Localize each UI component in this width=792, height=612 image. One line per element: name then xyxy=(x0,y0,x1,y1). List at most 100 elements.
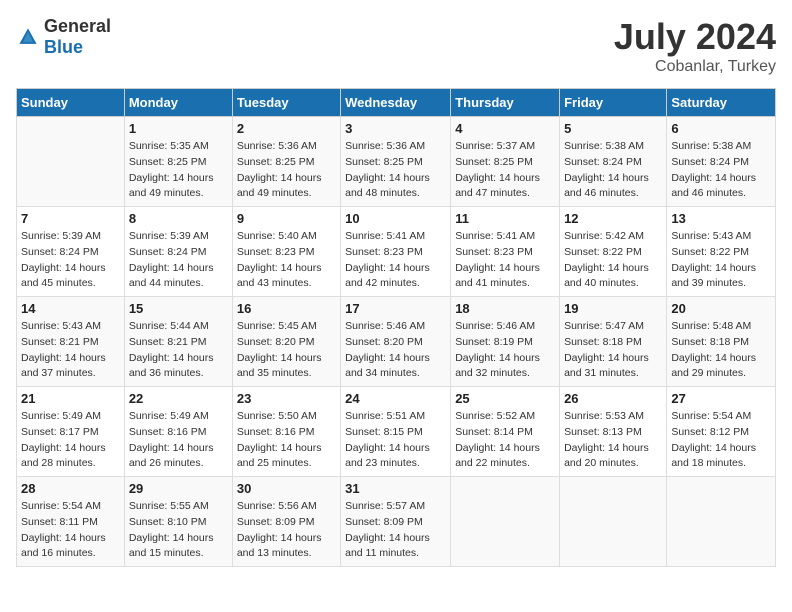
calendar-cell xyxy=(667,477,776,567)
day-number: 10 xyxy=(345,211,446,226)
calendar-cell: 29 Sunrise: 5:55 AMSunset: 8:10 PMDayligh… xyxy=(124,477,232,567)
day-number: 6 xyxy=(671,121,771,136)
header-sunday: Sunday xyxy=(17,89,125,117)
header-monday: Monday xyxy=(124,89,232,117)
day-number: 12 xyxy=(564,211,662,226)
header-thursday: Thursday xyxy=(451,89,560,117)
page-title: July 2024 xyxy=(614,16,776,58)
calendar-cell: 31Sunrise: 5:57 AMSunset: 8:09 PMDayligh… xyxy=(341,477,451,567)
day-number: 17 xyxy=(345,301,446,316)
day-number: 30 xyxy=(237,481,336,496)
day-info: Sunrise: 5:42 AMSunset: 8:22 PMDaylight:… xyxy=(564,229,662,292)
day-number: 14 xyxy=(21,301,120,316)
calendar-cell: 11 Sunrise: 5:41 AMSunset: 8:23 PMDayligh… xyxy=(451,207,560,297)
day-info: Sunrise: 5:40 AMSunset: 8:23 PMDaylight:… xyxy=(237,229,336,292)
logo-general: General xyxy=(44,16,111,36)
day-number: 13 xyxy=(671,211,771,226)
day-info: Sunrise: 5:38 AMSunset: 8:24 PMDaylight:… xyxy=(564,139,662,202)
day-info: Sunrise: 5:46 AMSunset: 8:20 PMDaylight:… xyxy=(345,319,446,382)
day-info: Sunrise: 5:43 AMSunset: 8:21 PMDaylight:… xyxy=(21,319,120,382)
calendar-cell: 25Sunrise: 5:52 AMSunset: 8:14 PMDayligh… xyxy=(451,387,560,477)
day-info: Sunrise: 5:54 AMSunset: 8:11 PMDaylight:… xyxy=(21,499,120,562)
day-number: 18 xyxy=(455,301,555,316)
day-number: 16 xyxy=(237,301,336,316)
calendar-cell: 26 Sunrise: 5:53 AMSunset: 8:13 PMDayligh… xyxy=(560,387,667,477)
calendar-cell: 28 Sunrise: 5:54 AMSunset: 8:11 PMDayligh… xyxy=(17,477,125,567)
day-number: 27 xyxy=(671,391,771,406)
week-row-2: 7Sunrise: 5:39 AMSunset: 8:24 PMDaylight… xyxy=(17,207,776,297)
week-row-4: 21 Sunrise: 5:49 AMSunset: 8:17 PMDayligh… xyxy=(17,387,776,477)
calendar-cell: 21 Sunrise: 5:49 AMSunset: 8:17 PMDayligh… xyxy=(17,387,125,477)
day-info: Sunrise: 5:35 AMSunset: 8:25 PMDaylight:… xyxy=(129,139,228,202)
calendar-cell: 17 Sunrise: 5:46 AMSunset: 8:20 PMDayligh… xyxy=(341,297,451,387)
header-tuesday: Tuesday xyxy=(232,89,340,117)
day-number: 1 xyxy=(129,121,228,136)
day-number: 21 xyxy=(21,391,120,406)
calendar-cell: 27 Sunrise: 5:54 AMSunset: 8:12 PMDayligh… xyxy=(667,387,776,477)
day-number: 4 xyxy=(455,121,555,136)
calendar-cell: 20Sunrise: 5:48 AMSunset: 8:18 PMDayligh… xyxy=(667,297,776,387)
day-info: Sunrise: 5:49 AMSunset: 8:16 PMDaylight:… xyxy=(129,409,228,472)
day-info: Sunrise: 5:51 AMSunset: 8:15 PMDaylight:… xyxy=(345,409,446,472)
calendar-cell: 13 Sunrise: 5:43 AMSunset: 8:22 PMDayligh… xyxy=(667,207,776,297)
day-number: 22 xyxy=(129,391,228,406)
day-info: Sunrise: 5:57 AMSunset: 8:09 PMDaylight:… xyxy=(345,499,446,562)
day-number: 19 xyxy=(564,301,662,316)
day-info: Sunrise: 5:50 AMSunset: 8:16 PMDaylight:… xyxy=(237,409,336,472)
day-number: 5 xyxy=(564,121,662,136)
calendar-cell: 3Sunrise: 5:36 AMSunset: 8:25 PMDaylight… xyxy=(341,117,451,207)
day-info: Sunrise: 5:49 AMSunset: 8:17 PMDaylight:… xyxy=(21,409,120,472)
logo-blue: Blue xyxy=(44,37,83,57)
calendar-cell: 4 Sunrise: 5:37 AMSunset: 8:25 PMDaylight… xyxy=(451,117,560,207)
calendar-cell: 7Sunrise: 5:39 AMSunset: 8:24 PMDaylight… xyxy=(17,207,125,297)
day-number: 11 xyxy=(455,211,555,226)
calendar-cell xyxy=(451,477,560,567)
day-info: Sunrise: 5:41 AMSunset: 8:23 PMDaylight:… xyxy=(455,229,555,292)
calendar-cell: 12 Sunrise: 5:42 AMSunset: 8:22 PMDayligh… xyxy=(560,207,667,297)
day-info: Sunrise: 5:36 AMSunset: 8:25 PMDaylight:… xyxy=(237,139,336,202)
day-info: Sunrise: 5:43 AMSunset: 8:22 PMDaylight:… xyxy=(671,229,771,292)
day-info: Sunrise: 5:39 AMSunset: 8:24 PMDaylight:… xyxy=(129,229,228,292)
day-info: Sunrise: 5:38 AMSunset: 8:24 PMDaylight:… xyxy=(671,139,771,202)
calendar-cell: 2 Sunrise: 5:36 AMSunset: 8:25 PMDaylight… xyxy=(232,117,340,207)
day-info: Sunrise: 5:55 AMSunset: 8:10 PMDaylight:… xyxy=(129,499,228,562)
day-number: 28 xyxy=(21,481,120,496)
calendar-cell: 16 Sunrise: 5:45 AMSunset: 8:20 PMDayligh… xyxy=(232,297,340,387)
day-info: Sunrise: 5:45 AMSunset: 8:20 PMDaylight:… xyxy=(237,319,336,382)
calendar-cell: 8Sunrise: 5:39 AMSunset: 8:24 PMDaylight… xyxy=(124,207,232,297)
day-info: Sunrise: 5:37 AMSunset: 8:25 PMDaylight:… xyxy=(455,139,555,202)
calendar-cell: 5 Sunrise: 5:38 AMSunset: 8:24 PMDaylight… xyxy=(560,117,667,207)
header-friday: Friday xyxy=(560,89,667,117)
day-info: Sunrise: 5:53 AMSunset: 8:13 PMDaylight:… xyxy=(564,409,662,472)
calendar-cell xyxy=(17,117,125,207)
day-number: 25 xyxy=(455,391,555,406)
calendar-cell: 15Sunrise: 5:44 AMSunset: 8:21 PMDayligh… xyxy=(124,297,232,387)
page-subtitle: Cobanlar, Turkey xyxy=(614,58,776,76)
logo: General Blue xyxy=(16,16,111,58)
calendar-cell: 10 Sunrise: 5:41 AMSunset: 8:23 PMDayligh… xyxy=(341,207,451,297)
page-header: General Blue July 2024 Cobanlar, Turkey xyxy=(16,16,776,76)
week-row-5: 28 Sunrise: 5:54 AMSunset: 8:11 PMDayligh… xyxy=(17,477,776,567)
day-number: 26 xyxy=(564,391,662,406)
calendar-cell xyxy=(560,477,667,567)
day-info: Sunrise: 5:54 AMSunset: 8:12 PMDaylight:… xyxy=(671,409,771,472)
calendar-cell: 23 Sunrise: 5:50 AMSunset: 8:16 PMDayligh… xyxy=(232,387,340,477)
day-info: Sunrise: 5:47 AMSunset: 8:18 PMDaylight:… xyxy=(564,319,662,382)
day-number: 23 xyxy=(237,391,336,406)
calendar-table: SundayMondayTuesdayWednesdayThursdayFrid… xyxy=(16,88,776,567)
day-info: Sunrise: 5:56 AMSunset: 8:09 PMDaylight:… xyxy=(237,499,336,562)
calendar-cell: 30 Sunrise: 5:56 AMSunset: 8:09 PMDayligh… xyxy=(232,477,340,567)
title-area: July 2024 Cobanlar, Turkey xyxy=(614,16,776,76)
calendar-cell: 22 Sunrise: 5:49 AMSunset: 8:16 PMDayligh… xyxy=(124,387,232,477)
day-number: 2 xyxy=(237,121,336,136)
calendar-cell: 14 Sunrise: 5:43 AMSunset: 8:21 PMDayligh… xyxy=(17,297,125,387)
day-number: 29 xyxy=(129,481,228,496)
day-info: Sunrise: 5:46 AMSunset: 8:19 PMDaylight:… xyxy=(455,319,555,382)
day-info: Sunrise: 5:36 AMSunset: 8:25 PMDaylight:… xyxy=(345,139,446,202)
calendar-cell: 1 Sunrise: 5:35 AMSunset: 8:25 PMDaylight… xyxy=(124,117,232,207)
day-number: 9 xyxy=(237,211,336,226)
day-info: Sunrise: 5:48 AMSunset: 8:18 PMDaylight:… xyxy=(671,319,771,382)
day-info: Sunrise: 5:41 AMSunset: 8:23 PMDaylight:… xyxy=(345,229,446,292)
logo-text: General Blue xyxy=(44,16,111,58)
day-info: Sunrise: 5:39 AMSunset: 8:24 PMDaylight:… xyxy=(21,229,120,292)
